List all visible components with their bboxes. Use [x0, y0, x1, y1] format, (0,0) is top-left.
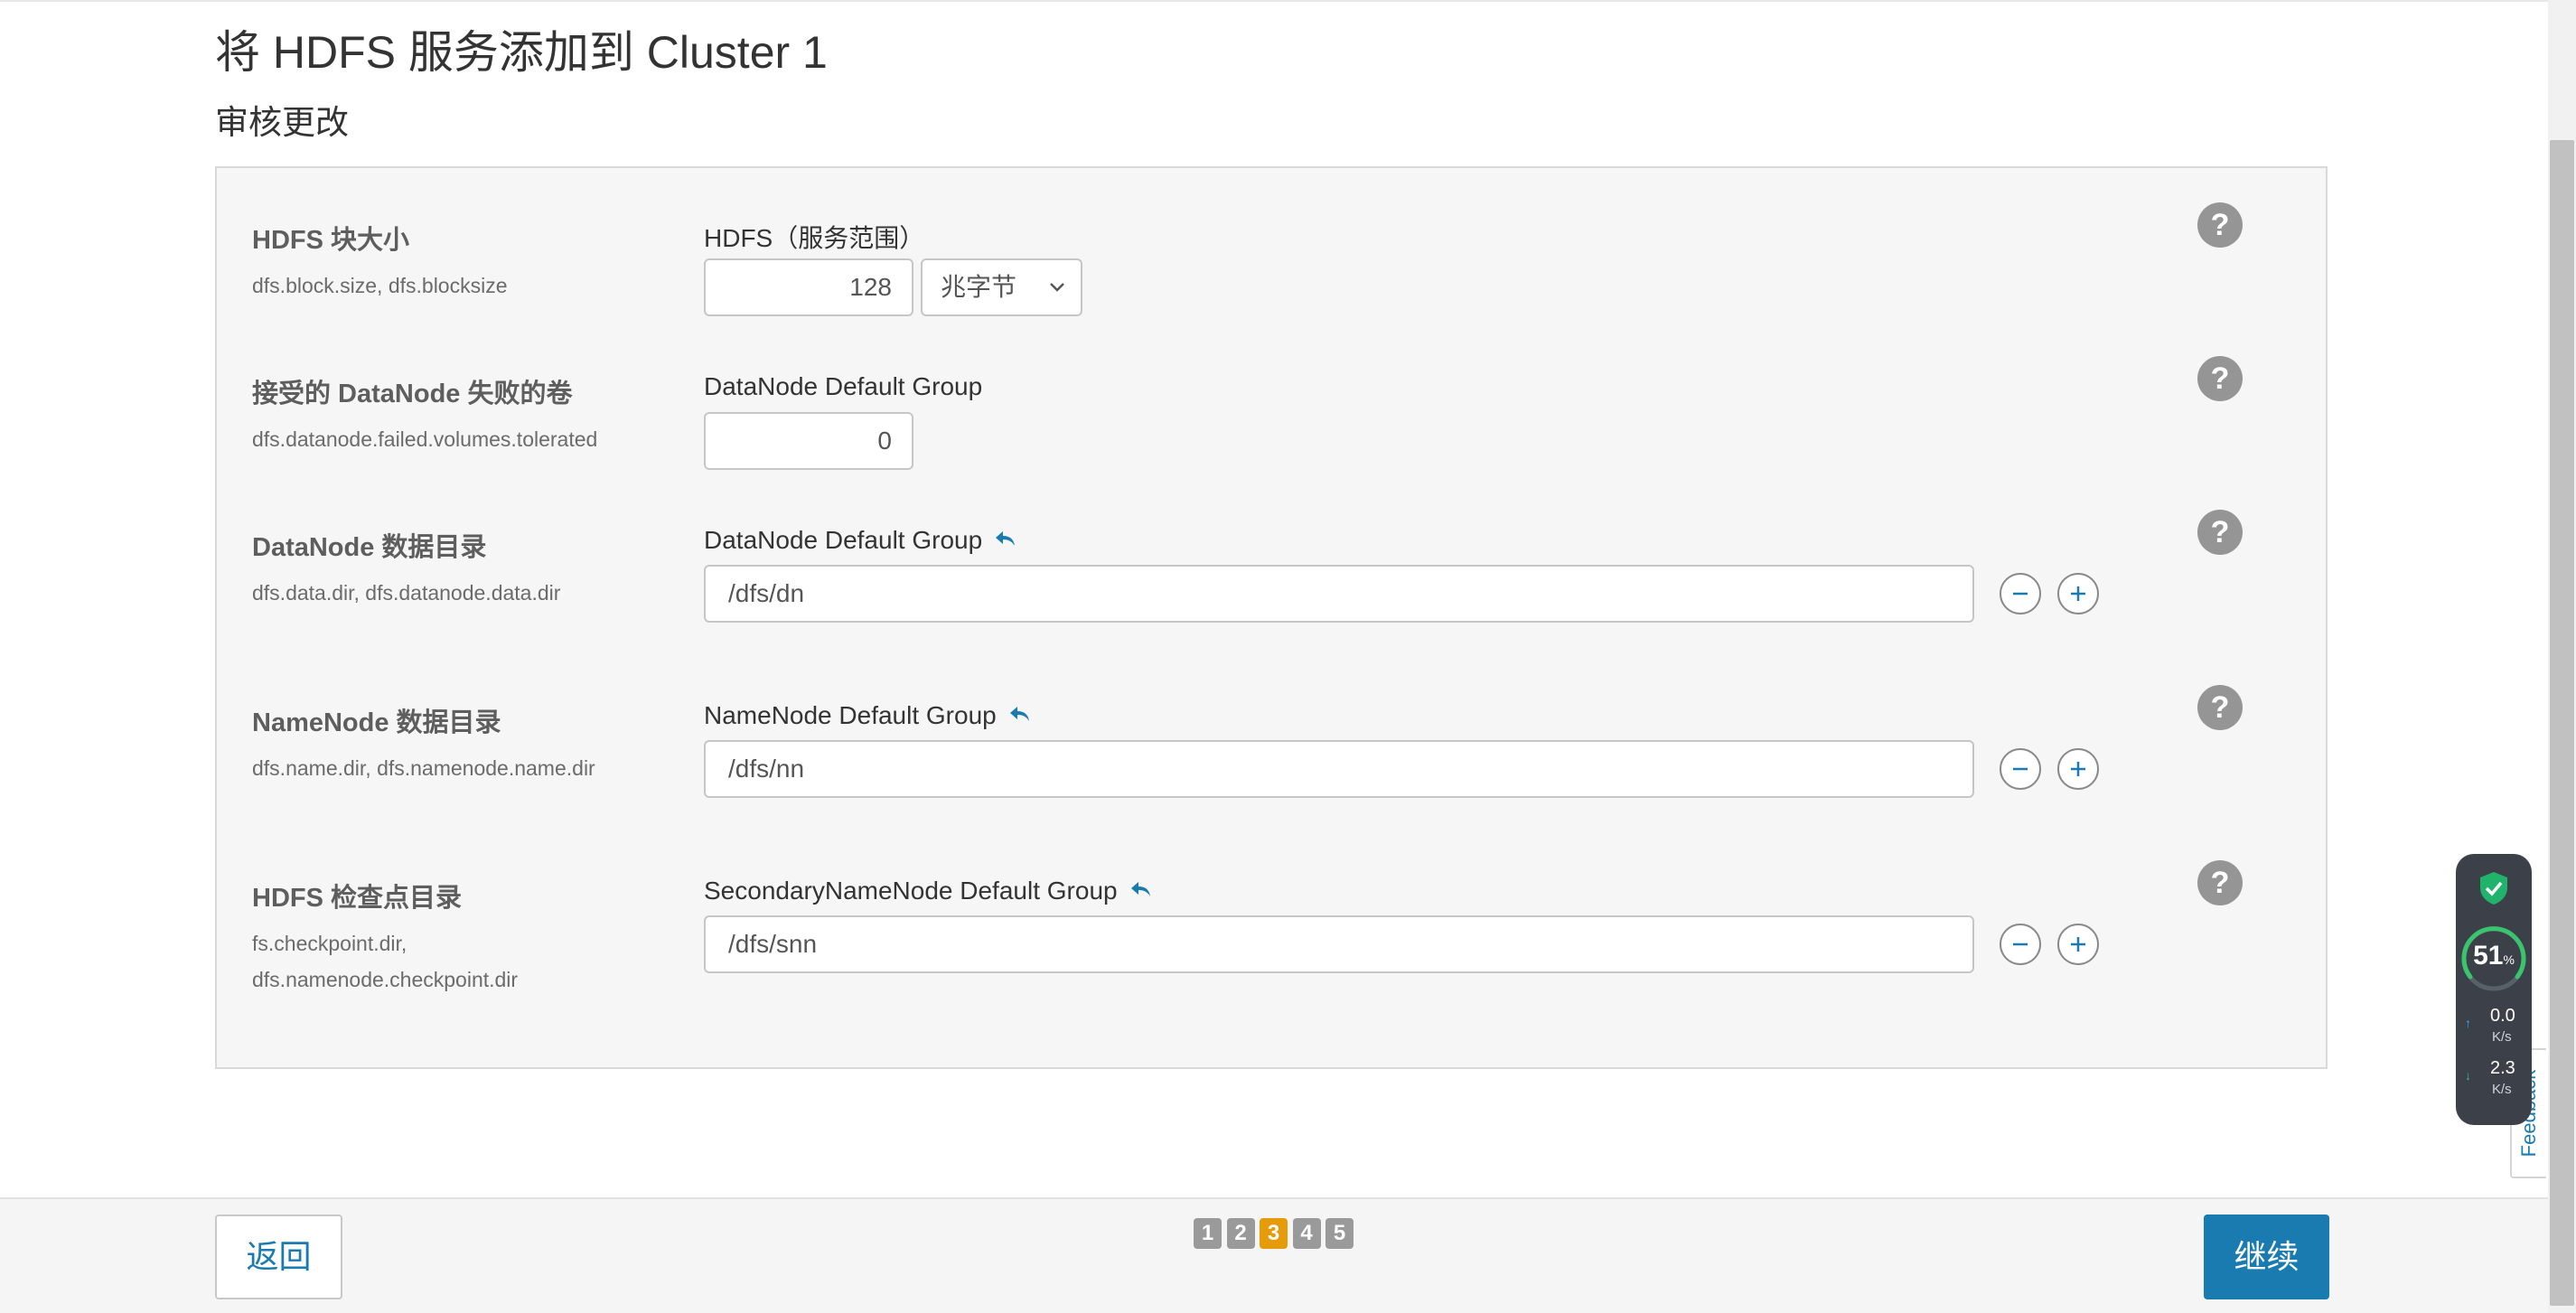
top-divider	[0, 0, 2548, 2]
help-icon[interactable]: ?	[2197, 685, 2243, 730]
help-icon[interactable]: ?	[2197, 510, 2243, 555]
property-block-size: HDFS 块大小 dfs.block.size, dfs.blocksize	[252, 219, 508, 304]
select-value: 兆字节	[941, 273, 1017, 301]
datanode-dir-input[interactable]: /dfs/dn	[704, 565, 1974, 623]
property-key: dfs.block.size, dfs.blocksize	[252, 274, 508, 297]
back-button[interactable]: 返回	[215, 1215, 342, 1299]
scrollbar-thumb[interactable]	[2550, 140, 2574, 1306]
remove-dir-button[interactable]	[2000, 748, 2041, 790]
plus-icon	[2071, 937, 2085, 952]
usage-percent: 51%	[2473, 941, 2515, 971]
page-subtitle: 审核更改	[215, 104, 349, 141]
property-name: NameNode 数据目录	[252, 708, 501, 737]
property-key: fs.checkpoint.dir,	[252, 932, 407, 955]
help-icon[interactable]: ?	[2197, 860, 2243, 905]
property-failed-volumes: 接受的 DataNode 失败的卷 dfs.datanode.failed.vo…	[252, 372, 597, 457]
property-namenode-dir: NameNode 数据目录 dfs.name.dir, dfs.namenode…	[252, 701, 595, 786]
step-2[interactable]: 2	[1226, 1218, 1255, 1249]
minus-icon	[2013, 592, 2028, 596]
block-size-input[interactable]: 128	[704, 258, 913, 316]
property-name: HDFS 块大小	[252, 226, 410, 255]
property-key: dfs.name.dir, dfs.namenode.name.dir	[252, 756, 595, 780]
undo-icon[interactable]	[995, 526, 1016, 554]
undo-icon[interactable]	[1009, 701, 1031, 729]
group-label: DataNode Default Group	[704, 526, 1016, 555]
group-label-text: DataNode Default Group	[704, 526, 983, 554]
minus-icon	[2013, 767, 2028, 771]
failed-volumes-input[interactable]: 0	[704, 412, 913, 470]
wizard-footer	[0, 1197, 2548, 1313]
property-checkpoint-dir: HDFS 检查点目录 fs.checkpoint.dir, dfs.nameno…	[252, 877, 518, 998]
group-label: HDFS（服务范围）	[704, 224, 925, 252]
group-label: SecondaryNameNode Default Group	[704, 877, 1152, 905]
add-dir-button[interactable]	[2057, 924, 2099, 965]
group-label: DataNode Default Group	[704, 372, 983, 400]
property-datanode-dir: DataNode 数据目录 dfs.data.dir, dfs.datanode…	[252, 526, 560, 611]
minus-icon	[2013, 943, 2028, 946]
group-label-text: NameNode Default Group	[704, 701, 997, 729]
remove-dir-button[interactable]	[2000, 924, 2041, 965]
continue-button[interactable]: 继续	[2204, 1215, 2329, 1299]
system-monitor-widget[interactable]: 51% ↑ 0.0 K/s ↓ 2.3 K/s	[2456, 854, 2532, 1125]
group-label: NameNode Default Group	[704, 701, 1031, 730]
add-dir-button[interactable]	[2057, 573, 2099, 614]
wizard-steps: 12345	[1194, 1218, 1359, 1249]
plus-icon	[2071, 762, 2085, 776]
step-5: 5	[1325, 1218, 1354, 1249]
step-4: 4	[1292, 1218, 1321, 1249]
checkpoint-dir-input[interactable]: /dfs/snn	[704, 915, 1974, 973]
property-name: DataNode 数据目录	[252, 533, 487, 562]
property-key: dfs.data.dir, dfs.datanode.data.dir	[252, 581, 561, 605]
chevron-down-icon	[1048, 260, 1066, 335]
property-name: 接受的 DataNode 失败的卷	[252, 380, 573, 408]
help-icon[interactable]: ?	[2197, 356, 2243, 401]
property-key: dfs.namenode.checkpoint.dir	[252, 968, 519, 991]
plus-icon	[2071, 586, 2085, 601]
add-dir-button[interactable]	[2057, 748, 2099, 790]
step-1[interactable]: 1	[1194, 1218, 1222, 1249]
undo-icon[interactable]	[1130, 877, 1152, 905]
shield-check-icon	[2478, 870, 2510, 911]
step-3-current: 3	[1260, 1218, 1288, 1249]
help-icon[interactable]: ?	[2197, 202, 2243, 248]
block-size-unit-select[interactable]: 兆字节	[921, 258, 1082, 316]
namenode-dir-input[interactable]: /dfs/nn	[704, 740, 1974, 798]
property-key: dfs.datanode.failed.volumes.tolerated	[252, 427, 598, 451]
page-title: 将 HDFS 服务添加到 Cluster 1	[215, 27, 828, 78]
group-label-text: SecondaryNameNode Default Group	[704, 877, 1118, 905]
remove-dir-button[interactable]	[2000, 573, 2041, 614]
property-name: HDFS 检查点目录	[252, 884, 463, 913]
